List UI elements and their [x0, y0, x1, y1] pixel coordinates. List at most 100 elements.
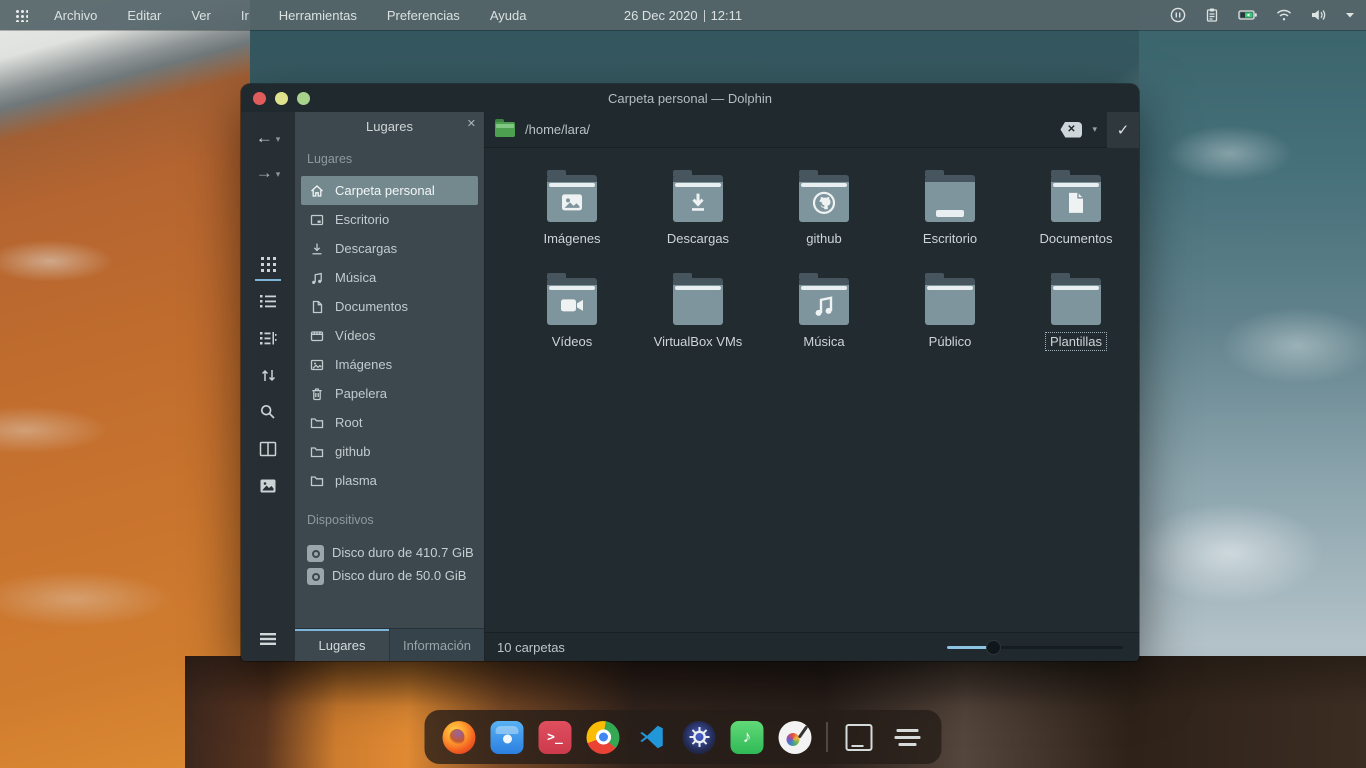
firefox-icon[interactable]: [443, 721, 476, 754]
vscode-icon[interactable]: [635, 721, 668, 754]
chrome-icon[interactable]: [587, 721, 620, 754]
location-dropdown-chevron-icon[interactable]: ▾: [1092, 124, 1097, 135]
menu-ir[interactable]: Ir: [241, 8, 249, 23]
folder-item[interactable]: Documentos: [1013, 164, 1139, 267]
sidebar-item-musica[interactable]: Música: [301, 263, 478, 292]
sidebar-item-plasma[interactable]: plasma: [301, 466, 478, 495]
trash-icon: [309, 386, 325, 402]
forward-button[interactable]: → ▾: [256, 157, 281, 187]
zoom-slider-handle[interactable]: [986, 640, 1001, 655]
konsole-icon[interactable]: >_: [539, 721, 572, 754]
menu-editar[interactable]: Editar: [127, 8, 161, 23]
folder-item[interactable]: Imágenes: [509, 164, 635, 267]
split-view-icon[interactable]: [258, 439, 278, 459]
music-app-icon[interactable]: ♪: [731, 721, 764, 754]
sidebar-item-github[interactable]: github: [301, 437, 478, 466]
hard-disk-icon: [307, 568, 324, 585]
grid-view-icon[interactable]: [258, 254, 278, 274]
dock: >_ ♪: [425, 710, 942, 764]
folder-view[interactable]: Imágenes Descargas: [485, 148, 1139, 632]
system-tray: [1169, 0, 1356, 30]
tab-informacion[interactable]: Información: [390, 629, 484, 661]
folder-item[interactable]: Escritorio: [887, 164, 1013, 267]
system-settings-icon[interactable]: [683, 721, 716, 754]
media-pause-icon[interactable]: [1169, 6, 1187, 24]
preview-icon[interactable]: [258, 476, 278, 496]
device-item-disk1[interactable]: Disco duro de 410.7 GiB: [301, 539, 478, 562]
sort-icon[interactable]: [258, 365, 278, 385]
back-button[interactable]: ← ▾: [256, 122, 281, 152]
discover-icon[interactable]: [491, 721, 524, 754]
folder-label: Descargas: [663, 230, 733, 247]
folder-item[interactable]: VirtualBox VMs: [635, 267, 761, 370]
menu-ver[interactable]: Ver: [191, 8, 211, 23]
tab-lugares[interactable]: Lugares: [295, 629, 390, 661]
sidebar-item-root[interactable]: Root: [301, 408, 478, 437]
github-emblem-icon: [812, 191, 836, 215]
menu-ayuda[interactable]: Ayuda: [490, 8, 527, 23]
forward-history-chevron-icon[interactable]: ▾: [276, 169, 281, 180]
status-text: 10 carpetas: [497, 640, 947, 655]
folder-icon: [309, 444, 325, 460]
music-note-glyph: ♪: [743, 727, 752, 747]
volume-icon[interactable]: [1309, 6, 1328, 24]
details-view-icon[interactable]: [258, 328, 278, 348]
show-desktop-icon[interactable]: [843, 721, 876, 754]
paint-app-icon[interactable]: [779, 721, 812, 754]
minimize-window-button[interactable]: [275, 92, 288, 105]
list-view-icon[interactable]: [258, 291, 278, 311]
sidebar-item-label: github: [335, 444, 370, 459]
home-icon: [309, 183, 325, 199]
sidebar-item-carpeta-personal[interactable]: Carpeta personal: [301, 176, 478, 205]
folder-item[interactable]: github: [761, 164, 887, 267]
app-launcher-button[interactable]: [6, 9, 36, 22]
menu-preferencias[interactable]: Preferencias: [387, 8, 460, 23]
location-path[interactable]: /home/lara/: [525, 122, 1060, 137]
accept-location-button[interactable]: ✓: [1107, 112, 1139, 148]
sidebar-item-descargas[interactable]: Descargas: [301, 234, 478, 263]
sidebar-item-label: Vídeos: [335, 328, 375, 343]
close-panel-icon[interactable]: ✕: [467, 117, 476, 130]
menu-icon[interactable]: [259, 632, 277, 651]
panel-tabs: Lugares Información: [295, 628, 484, 661]
battery-charging-icon[interactable]: [1237, 6, 1259, 24]
zoom-slider[interactable]: [947, 640, 1123, 654]
close-window-button[interactable]: [253, 92, 266, 105]
sidebar-item-label: Root: [335, 415, 362, 430]
tool-strip: ← ▾ → ▾: [241, 112, 295, 661]
sidebar-item-papelera[interactable]: Papelera: [301, 379, 478, 408]
folder-item[interactable]: Público: [887, 267, 1013, 370]
folder-item[interactable]: Plantillas: [1013, 267, 1139, 370]
sidebar-item-escritorio[interactable]: Escritorio: [301, 205, 478, 234]
titlebar[interactable]: Carpeta personal — Dolphin: [241, 84, 1139, 112]
folder-label: VirtualBox VMs: [650, 333, 747, 350]
wifi-icon[interactable]: [1275, 6, 1293, 24]
task-manager-icon[interactable]: [891, 721, 924, 754]
location-bar[interactable]: /home/lara/ ✕ ▾ ✓: [485, 112, 1139, 148]
folder-label: Música: [799, 333, 848, 350]
search-icon[interactable]: [258, 402, 278, 422]
maximize-window-button[interactable]: [297, 92, 310, 105]
folder-item[interactable]: Vídeos: [509, 267, 635, 370]
clock-separator: [704, 10, 705, 22]
menu-archivo[interactable]: Archivo: [54, 8, 97, 23]
folder-icon-plantillas: [1049, 273, 1103, 325]
clear-location-icon[interactable]: ✕: [1060, 122, 1082, 138]
folder-item[interactable]: Música: [761, 267, 887, 370]
expand-chevron-icon[interactable]: [1344, 9, 1356, 21]
folder-icon-virtualbox-vms: [671, 273, 725, 325]
wallpaper-waves: [1139, 0, 1366, 768]
sidebar-item-videos[interactable]: Vídeos: [301, 321, 478, 350]
clipboard-icon[interactable]: [1203, 6, 1221, 24]
sidebar-item-label: plasma: [335, 473, 377, 488]
dolphin-window: Carpeta personal — Dolphin ← ▾ → ▾: [241, 84, 1139, 661]
back-history-chevron-icon[interactable]: ▾: [276, 134, 281, 145]
folder-item[interactable]: Descargas: [635, 164, 761, 267]
dock-separator: [827, 722, 828, 752]
back-arrow-icon: ←: [256, 129, 273, 146]
sidebar-item-documentos[interactable]: Documentos: [301, 292, 478, 321]
sidebar-item-imagenes[interactable]: Imágenes: [301, 350, 478, 379]
wallpaper-sand-cliff: [0, 0, 250, 768]
menu-herramientas[interactable]: Herramientas: [279, 8, 357, 23]
device-item-disk2[interactable]: Disco duro de 50.0 GiB: [301, 562, 478, 585]
